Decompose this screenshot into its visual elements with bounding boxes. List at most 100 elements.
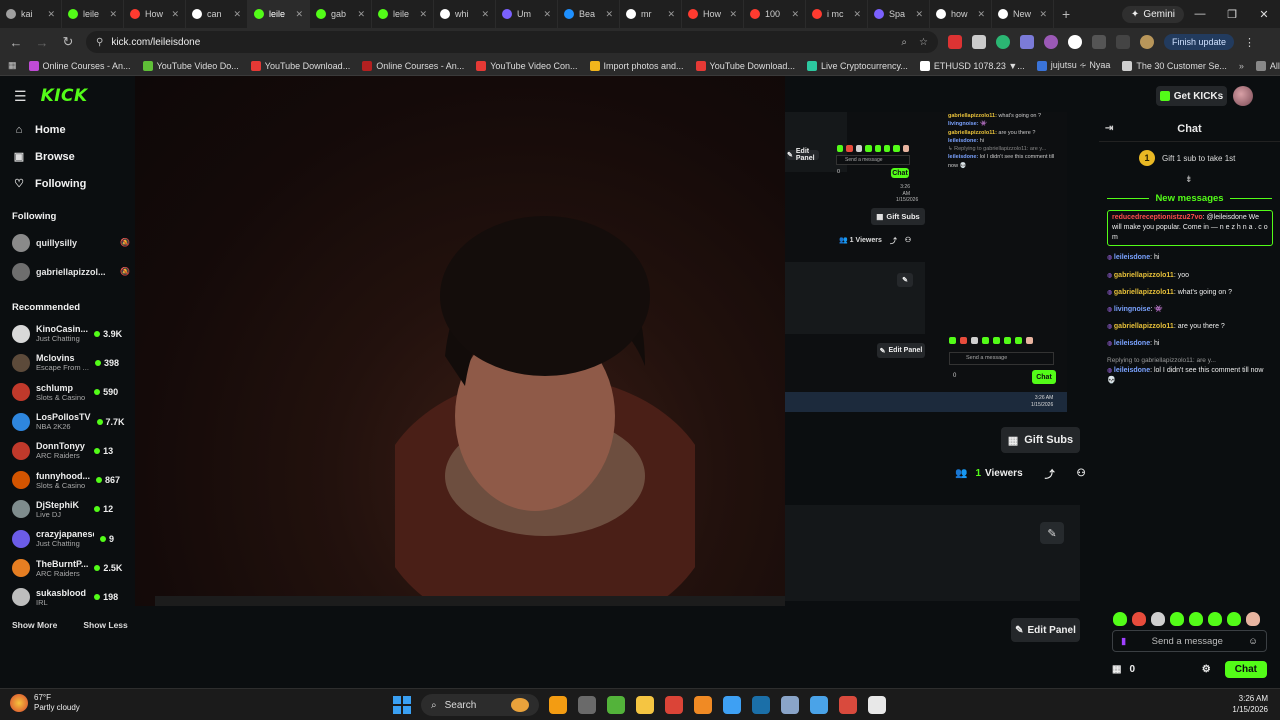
emote-icon[interactable] [1227, 612, 1241, 626]
points-icon[interactable]: ▦ [1112, 664, 1121, 675]
edit-pencil-icon[interactable]: ✎ [1040, 522, 1064, 544]
recommended-channel[interactable]: schlump Slots & Casino 590 [0, 378, 130, 407]
tab-close-icon[interactable]: ✕ [233, 9, 241, 20]
all-bookmarks-button[interactable]: All Bookmarks [1255, 60, 1280, 71]
browser-tab[interactable]: Bea ✕ [558, 0, 620, 28]
finish-update-button[interactable]: Finish update [1164, 34, 1235, 50]
emote-icon[interactable] [1189, 612, 1203, 626]
browser-tab[interactable]: How ✕ [682, 0, 744, 28]
bookmark-item[interactable]: YouTube Video Con... [476, 60, 578, 71]
chat-input[interactable]: ▮ Send a message ☺ [1112, 630, 1267, 652]
browser-tab[interactable]: i mc ✕ [806, 0, 868, 28]
bookmarks-overflow-icon[interactable]: » [1239, 61, 1244, 71]
following-channel[interactable]: quillysilly 🔕 [0, 228, 130, 257]
nav-item-home[interactable]: ⌂ Home [0, 116, 130, 143]
share-icon[interactable]: ⤴ [1045, 466, 1055, 481]
extension-icon[interactable] [996, 35, 1010, 49]
system-clock[interactable]: 3:26 AM 1/15/2026 [1232, 694, 1268, 716]
tab-close-icon[interactable]: ✕ [481, 9, 489, 20]
tab-close-icon[interactable]: ✕ [357, 9, 365, 20]
extension-icon[interactable] [948, 35, 962, 49]
show-less-button[interactable]: Show Less [83, 620, 127, 630]
play-icon[interactable] [868, 696, 886, 714]
weather-widget[interactable]: 67°F Partly cloudy [10, 693, 80, 712]
chat-username[interactable]: gabriellapizzolo11 [1114, 323, 1174, 330]
emote-icon[interactable] [1151, 612, 1165, 626]
chat-username[interactable]: reducedreceptionistzu27vo [1112, 214, 1203, 221]
tab-close-icon[interactable]: ✕ [729, 9, 737, 20]
emote-icon[interactable] [1132, 612, 1146, 626]
moderator-icon[interactable]: ⚇ [1077, 468, 1086, 479]
window-icon[interactable] [578, 696, 596, 714]
zoom-icon[interactable]: ⌕ [901, 37, 907, 48]
back-icon[interactable]: ← [8, 35, 24, 50]
emote-icon[interactable] [1246, 612, 1260, 626]
bookmark-item[interactable]: jujutsu ∻ Nyaa [1036, 60, 1110, 71]
recommended-channel[interactable]: funnyhood... Slots & Casino 867 [0, 465, 130, 494]
emote-icon[interactable] [1170, 612, 1184, 626]
extension-icon[interactable] [1044, 35, 1058, 49]
extensions-puzzle-icon[interactable] [1092, 35, 1106, 49]
chat-username[interactable]: gabriellapizzolo11 [1114, 272, 1174, 279]
tab-close-icon[interactable]: ✕ [791, 9, 799, 20]
browser-tab[interactable]: leile ✕ [62, 0, 124, 28]
browser-tab[interactable]: leile ✕ [248, 0, 310, 28]
extension-icon[interactable] [1068, 35, 1082, 49]
menu-kebab-icon[interactable]: ⋮ [1244, 36, 1255, 49]
edit-panel-button[interactable]: ✎ Edit Panel [1011, 618, 1080, 642]
collapse-chat-icon[interactable]: ⇥ [1105, 123, 1113, 134]
tab-close-icon[interactable]: ✕ [605, 9, 613, 20]
kick-logo[interactable]: KICK [41, 86, 88, 106]
taskbar-search[interactable]: ⌕ Search [421, 694, 539, 716]
site-info-icon[interactable]: ⚲ [96, 37, 103, 48]
gemini-button[interactable]: ✦ Gemini [1121, 5, 1184, 23]
recommended-channel[interactable]: KinoCasin... Just Chatting 3.9K [0, 319, 130, 348]
new-messages-divider[interactable]: New messages [1107, 192, 1272, 204]
tab-close-icon[interactable]: ✕ [295, 9, 303, 20]
recommended-channel[interactable]: DjStephiK Live DJ 12 [0, 495, 130, 524]
maximize-icon[interactable]: ❐ [1216, 8, 1248, 21]
bookmark-item[interactable]: YouTube Video Do... [142, 60, 239, 71]
recommended-channel[interactable]: Mclovins Escape From ... 398 [0, 348, 130, 377]
bookmark-item[interactable]: Live Cryptocurrency... [806, 60, 908, 71]
user-avatar[interactable] [1233, 86, 1253, 106]
minimize-icon[interactable]: — [1184, 8, 1216, 20]
browser-tab[interactable]: Um ✕ [496, 0, 558, 28]
tab-close-icon[interactable]: ✕ [977, 9, 985, 20]
emoji-icon[interactable]: ☺ [1248, 636, 1258, 647]
forward-icon[interactable]: → [34, 35, 50, 50]
store-icon[interactable] [810, 696, 828, 714]
recommended-channel[interactable]: TheBurntP... ARC Raiders 2.5K [0, 553, 130, 582]
bookmark-item[interactable]: The 30 Customer Se... [1122, 60, 1227, 71]
new-tab-button[interactable]: + [1054, 6, 1078, 22]
media-icon[interactable] [839, 696, 857, 714]
recommended-channel[interactable]: LosPollosTV NBA 2K26 7.7K [0, 407, 130, 436]
bookmark-item[interactable]: Online Courses - An... [28, 60, 131, 71]
chrome-icon[interactable] [665, 696, 683, 714]
chat-username[interactable]: livingnoise [1114, 306, 1151, 313]
recommended-channel[interactable]: crazyjapanese Just Chatting 9 [0, 524, 130, 553]
side-panel-icon[interactable] [1116, 35, 1130, 49]
show-more-button[interactable]: Show More [12, 620, 57, 630]
bookmark-item[interactable]: ETHUSD 1078.23 ▼... [919, 60, 1025, 71]
recommended-channel[interactable]: sukasblood IRL 198 [0, 583, 130, 612]
browser-tab[interactable]: leile ✕ [372, 0, 434, 28]
browser-tab[interactable]: how ✕ [930, 0, 992, 28]
extension-icon[interactable] [1020, 35, 1034, 49]
chat-username[interactable]: leileisdone [1114, 254, 1150, 261]
browser-tab[interactable]: mr ✕ [620, 0, 682, 28]
folder-icon[interactable] [636, 696, 654, 714]
food-icon[interactable] [549, 696, 567, 714]
browser-tab[interactable]: kai ✕ [0, 0, 62, 28]
tab-close-icon[interactable]: ✕ [853, 9, 861, 20]
tab-close-icon[interactable]: ✕ [419, 9, 427, 20]
reload-icon[interactable]: ↻ [60, 34, 76, 50]
windows-start-icon[interactable] [393, 696, 411, 714]
emote-icon[interactable] [1113, 612, 1127, 626]
tab-close-icon[interactable]: ✕ [915, 9, 923, 20]
chat-username[interactable]: leileisdone [1114, 367, 1150, 374]
browser-tab[interactable]: 100 ✕ [744, 0, 806, 28]
profile-avatar-icon[interactable] [1140, 35, 1154, 49]
chat-settings-icon[interactable]: ⚙ [1202, 664, 1211, 675]
bookmark-item[interactable]: Import photos and... [589, 60, 684, 71]
